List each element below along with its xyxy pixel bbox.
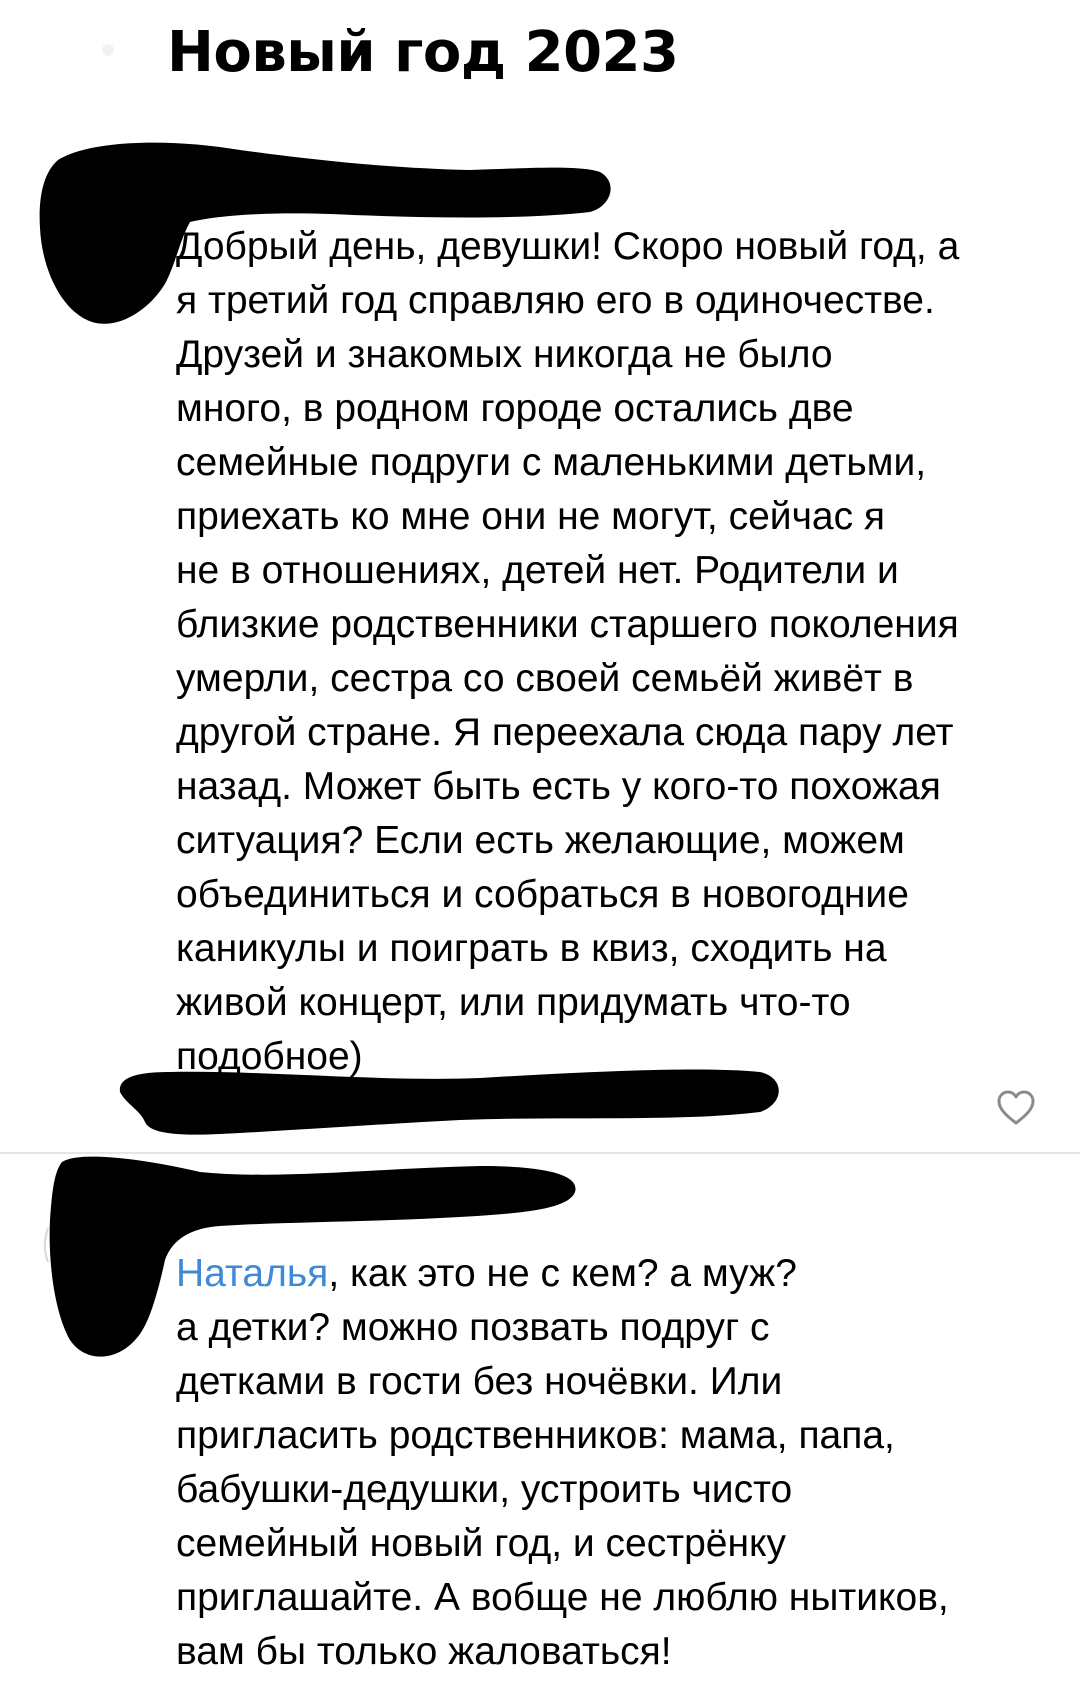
comment-1-line: семейные подруги с маленькими детьми,	[176, 441, 927, 484]
avatar-edge-remnant	[44, 1227, 49, 1263]
comment-1-line: умерли, сестра со своей семьёй живёт в	[176, 657, 914, 700]
comment-1-line: не в отношениях, детей нет. Родители и	[176, 549, 899, 592]
mention-link[interactable]: Наталья	[176, 1252, 328, 1295]
comment-2-line: пригласить родственников: мама, папа,	[176, 1414, 895, 1457]
comment-1-line: другой стране. Я переехала сюда пару лет	[176, 711, 954, 754]
comment-1-line: я третий год справляю его в одиночестве.	[176, 279, 935, 322]
comment-1-line: каникулы и поиграть в квиз, сходить на	[176, 927, 887, 970]
comment-1-line: живой концерт, или придумать что-то	[176, 981, 851, 1024]
comment-divider	[0, 1152, 1080, 1154]
comment-1-line: ситуация? Если есть желающие, можем	[176, 819, 905, 862]
comment-1-line: подобное)	[176, 1035, 363, 1078]
comment-1-line: Друзей и знакомых никогда не было	[176, 333, 833, 376]
comment-2-first-line-rest: , как это не с кем? а муж?	[328, 1252, 797, 1295]
comment-2-line: бабушки-дедушки, устроить чисто	[176, 1468, 793, 1511]
comment-2-line: приглашайте. А вобще не люблю нытиков,	[176, 1576, 949, 1619]
comment-1-line: объединиться и собраться в новогодние	[176, 873, 909, 916]
comment-1-line: приехать ко мне они не могут, сейчас я	[176, 495, 886, 538]
comment-2-line: вам бы только жаловаться!	[176, 1630, 672, 1673]
comment-2-line: детками в гости без ночёвки. Или	[176, 1360, 783, 1403]
avatar-remnant	[102, 44, 114, 56]
comment-2-text: Наталья, как это не с кем? а муж? а детк…	[176, 1247, 1056, 1679]
comment-2-first-line: Наталья, как это не с кем? а муж?	[176, 1247, 1056, 1301]
comment-1-line: много, в родном городе остались две	[176, 387, 854, 430]
heart-outline-icon[interactable]	[996, 1088, 1036, 1128]
comment-2-line: семейный новый год, и сестрёнку	[176, 1522, 786, 1565]
page-title: Новый год 2023	[167, 20, 679, 85]
comment-1-text: Добрый день, девушки! Скоро новый год, а…	[176, 220, 1056, 1084]
comment-1-line: Добрый день, девушки! Скоро новый год, а	[176, 225, 960, 268]
comment-1-line: назад. Может быть есть у кого-то похожая	[176, 765, 941, 808]
comment-2-line: а детки? можно позвать подруг с	[176, 1306, 770, 1349]
comment-1-line: близкие родственники старшего поколения	[176, 603, 959, 646]
